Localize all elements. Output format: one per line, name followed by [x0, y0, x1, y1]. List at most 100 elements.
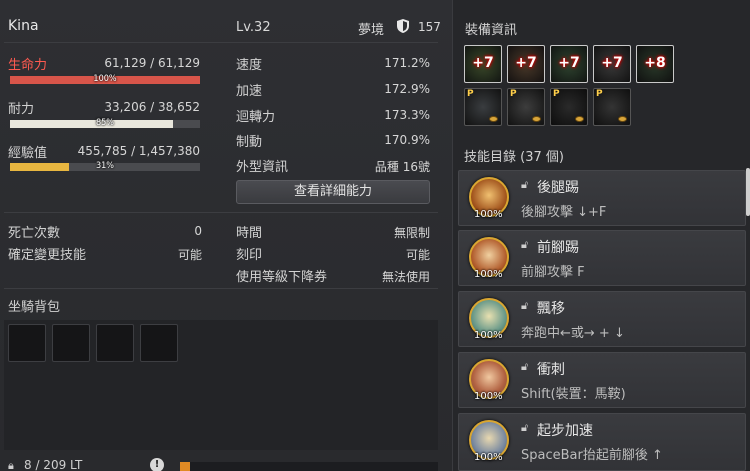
skill-command: 前腳攻擊 F — [521, 265, 585, 280]
character-name: Kina — [8, 18, 39, 34]
pearl-mark: P — [553, 89, 560, 99]
skill-command: 奔跑中←或→ + ↓ — [521, 326, 625, 341]
exp-label: 經驗值 — [8, 146, 48, 161]
stamina-value: 33,206 / 38,652 — [104, 100, 200, 114]
stamina-label: 耐力 — [8, 102, 35, 117]
exp-value: 455,785 / 1,457,380 — [77, 144, 200, 158]
skill-item-back-kick[interactable]: 100% 🔓︎ 後腿踢 後腳攻擊 ↓+F — [458, 170, 746, 226]
misc-divider — [4, 288, 438, 289]
skill-name: 飄移 — [537, 301, 565, 317]
equipment-slot-horseshoe[interactable]: +7 — [593, 45, 631, 83]
skill-list-scrollbar[interactable] — [746, 168, 750, 216]
equipment-title: 裝備資訊 — [465, 23, 518, 38]
time-value: 無限制 — [393, 226, 430, 240]
pearl-mark: P — [467, 89, 474, 99]
skill-mastery: 100% — [474, 269, 503, 280]
appearance-info-label: 外型資訊 — [236, 160, 289, 175]
skill-command: Shift(裝置：馬鞍) — [521, 387, 626, 402]
unlock-icon: 🔓︎ — [521, 360, 529, 373]
skill-name: 衝刺 — [537, 362, 565, 378]
level-down-ticket-label: 使用等級下降券 — [236, 270, 328, 285]
unlock-icon: 🔓︎ — [521, 299, 529, 312]
appearance-info-value: 品種 16號 — [374, 160, 430, 174]
stat-speed-value: 171.2% — [384, 56, 430, 70]
stats-divider — [4, 212, 438, 213]
equipment-slot-stirrups[interactable]: +7 — [550, 45, 588, 83]
stat-acceleration-label: 加速 — [236, 84, 263, 99]
view-detailed-stats-button[interactable]: 查看詳細能力 — [236, 180, 430, 204]
unlock-icon: 🔓︎ — [521, 238, 529, 251]
pearl-mark: P — [510, 89, 517, 99]
dream-label: 夢境 — [358, 23, 385, 38]
character-info-panel: Kina Lv.32 夢境 157 生命力 61,129 / 61,129 10… — [0, 0, 452, 471]
mount-bag-slot[interactable] — [52, 324, 90, 362]
enhance-level: +7 — [515, 55, 537, 71]
skill-item-front-kick[interactable]: 100% 🔓︎ 前腳踢 前腳攻擊 F — [458, 230, 746, 286]
skill-command: SpaceBar抬起前腳後 ↑ — [521, 448, 663, 463]
hp-value: 61,129 / 61,129 — [104, 56, 200, 70]
equipment-slot-head[interactable]: +7 — [464, 45, 502, 83]
skill-name: 後腿踢 — [537, 180, 579, 196]
stat-turning-value: 173.3% — [384, 108, 430, 122]
coin-icon — [532, 116, 541, 122]
exp-percent: 31% — [96, 161, 114, 171]
dream-value: 157 — [418, 20, 441, 34]
hp-percent: 100% — [93, 74, 117, 84]
weight-icon: 🔒︎ — [8, 459, 14, 471]
coin-icon — [618, 116, 627, 122]
enhance-level: +7 — [472, 55, 494, 71]
enhance-level: +7 — [601, 55, 623, 71]
exp-bar: 31% — [10, 161, 200, 171]
level-down-ticket-value: 無法使用 — [381, 270, 430, 284]
unlock-icon: 🔓︎ — [521, 421, 529, 434]
stat-turning-label: 迴轉力 — [236, 110, 276, 125]
bag-weight: 8 / 209 LT — [24, 458, 83, 471]
hp-label: 生命力 — [8, 58, 48, 73]
unlock-icon: 🔓︎ — [521, 178, 529, 191]
info-icon[interactable]: ! — [150, 458, 164, 471]
stamina-percent: 85% — [96, 118, 114, 128]
equipment-slot-accessory[interactable]: +8 — [636, 45, 674, 83]
hp-bar: 100% — [10, 74, 200, 84]
death-count-label: 死亡次數 — [8, 226, 61, 241]
character-level: Lv.32 — [236, 20, 271, 35]
engrave-label: 刻印 — [236, 248, 263, 263]
skill-mastery: 100% — [474, 452, 503, 463]
enhance-level: +7 — [558, 55, 580, 71]
mount-bag-title: 坐騎背包 — [8, 300, 61, 315]
equipment-slot-costume-saddle[interactable]: P — [507, 88, 545, 126]
stamina-bar: 85% — [10, 118, 200, 128]
skill-name: 起步加速 — [537, 423, 593, 439]
skill-mastery: 100% — [474, 209, 503, 220]
mount-bag-slot[interactable] — [140, 324, 178, 362]
shield-icon — [396, 18, 410, 38]
equipment-slot-saddle[interactable]: +7 — [507, 45, 545, 83]
equipment-slot-costume-horseshoe[interactable]: P — [593, 88, 631, 126]
enhance-level: +8 — [644, 55, 666, 71]
skill-item-sprint[interactable]: 100% 🔓︎ 衝刺 Shift(裝置：馬鞍) — [458, 352, 746, 408]
equipment-slot-costume-stirrups[interactable]: P — [550, 88, 588, 126]
bag-capacity-bar — [180, 462, 438, 471]
mount-bag-slot[interactable] — [96, 324, 134, 362]
skill-mastery: 100% — [474, 330, 503, 341]
engrave-value: 可能 — [405, 248, 430, 262]
stat-brake-value: 170.9% — [384, 133, 430, 147]
skill-change-label: 確定變更技能 — [8, 248, 87, 263]
time-label: 時間 — [236, 226, 263, 241]
bag-capacity-fill — [180, 462, 190, 471]
death-count-value: 0 — [194, 224, 202, 238]
equipment-slot-costume-head[interactable]: P — [464, 88, 502, 126]
skill-list-title: 技能目錄 (37 個) — [464, 150, 564, 165]
mount-bag-grid — [4, 320, 438, 450]
coin-icon — [489, 116, 498, 122]
pearl-mark: P — [596, 89, 603, 99]
skill-name: 前腳踢 — [537, 240, 579, 256]
skill-command: 後腳攻擊 ↓+F — [521, 205, 607, 220]
stat-acceleration-value: 172.9% — [384, 82, 430, 96]
skill-item-start-acceleration[interactable]: 100% 🔓︎ 起步加速 SpaceBar抬起前腳後 ↑ — [458, 413, 746, 471]
header-divider — [4, 42, 438, 43]
mount-bag-slot[interactable] — [8, 324, 46, 362]
skill-item-drift[interactable]: 100% 🔓︎ 飄移 奔跑中←或→ + ↓ — [458, 291, 746, 347]
skill-mastery: 100% — [474, 391, 503, 402]
stat-speed-label: 速度 — [236, 58, 263, 73]
